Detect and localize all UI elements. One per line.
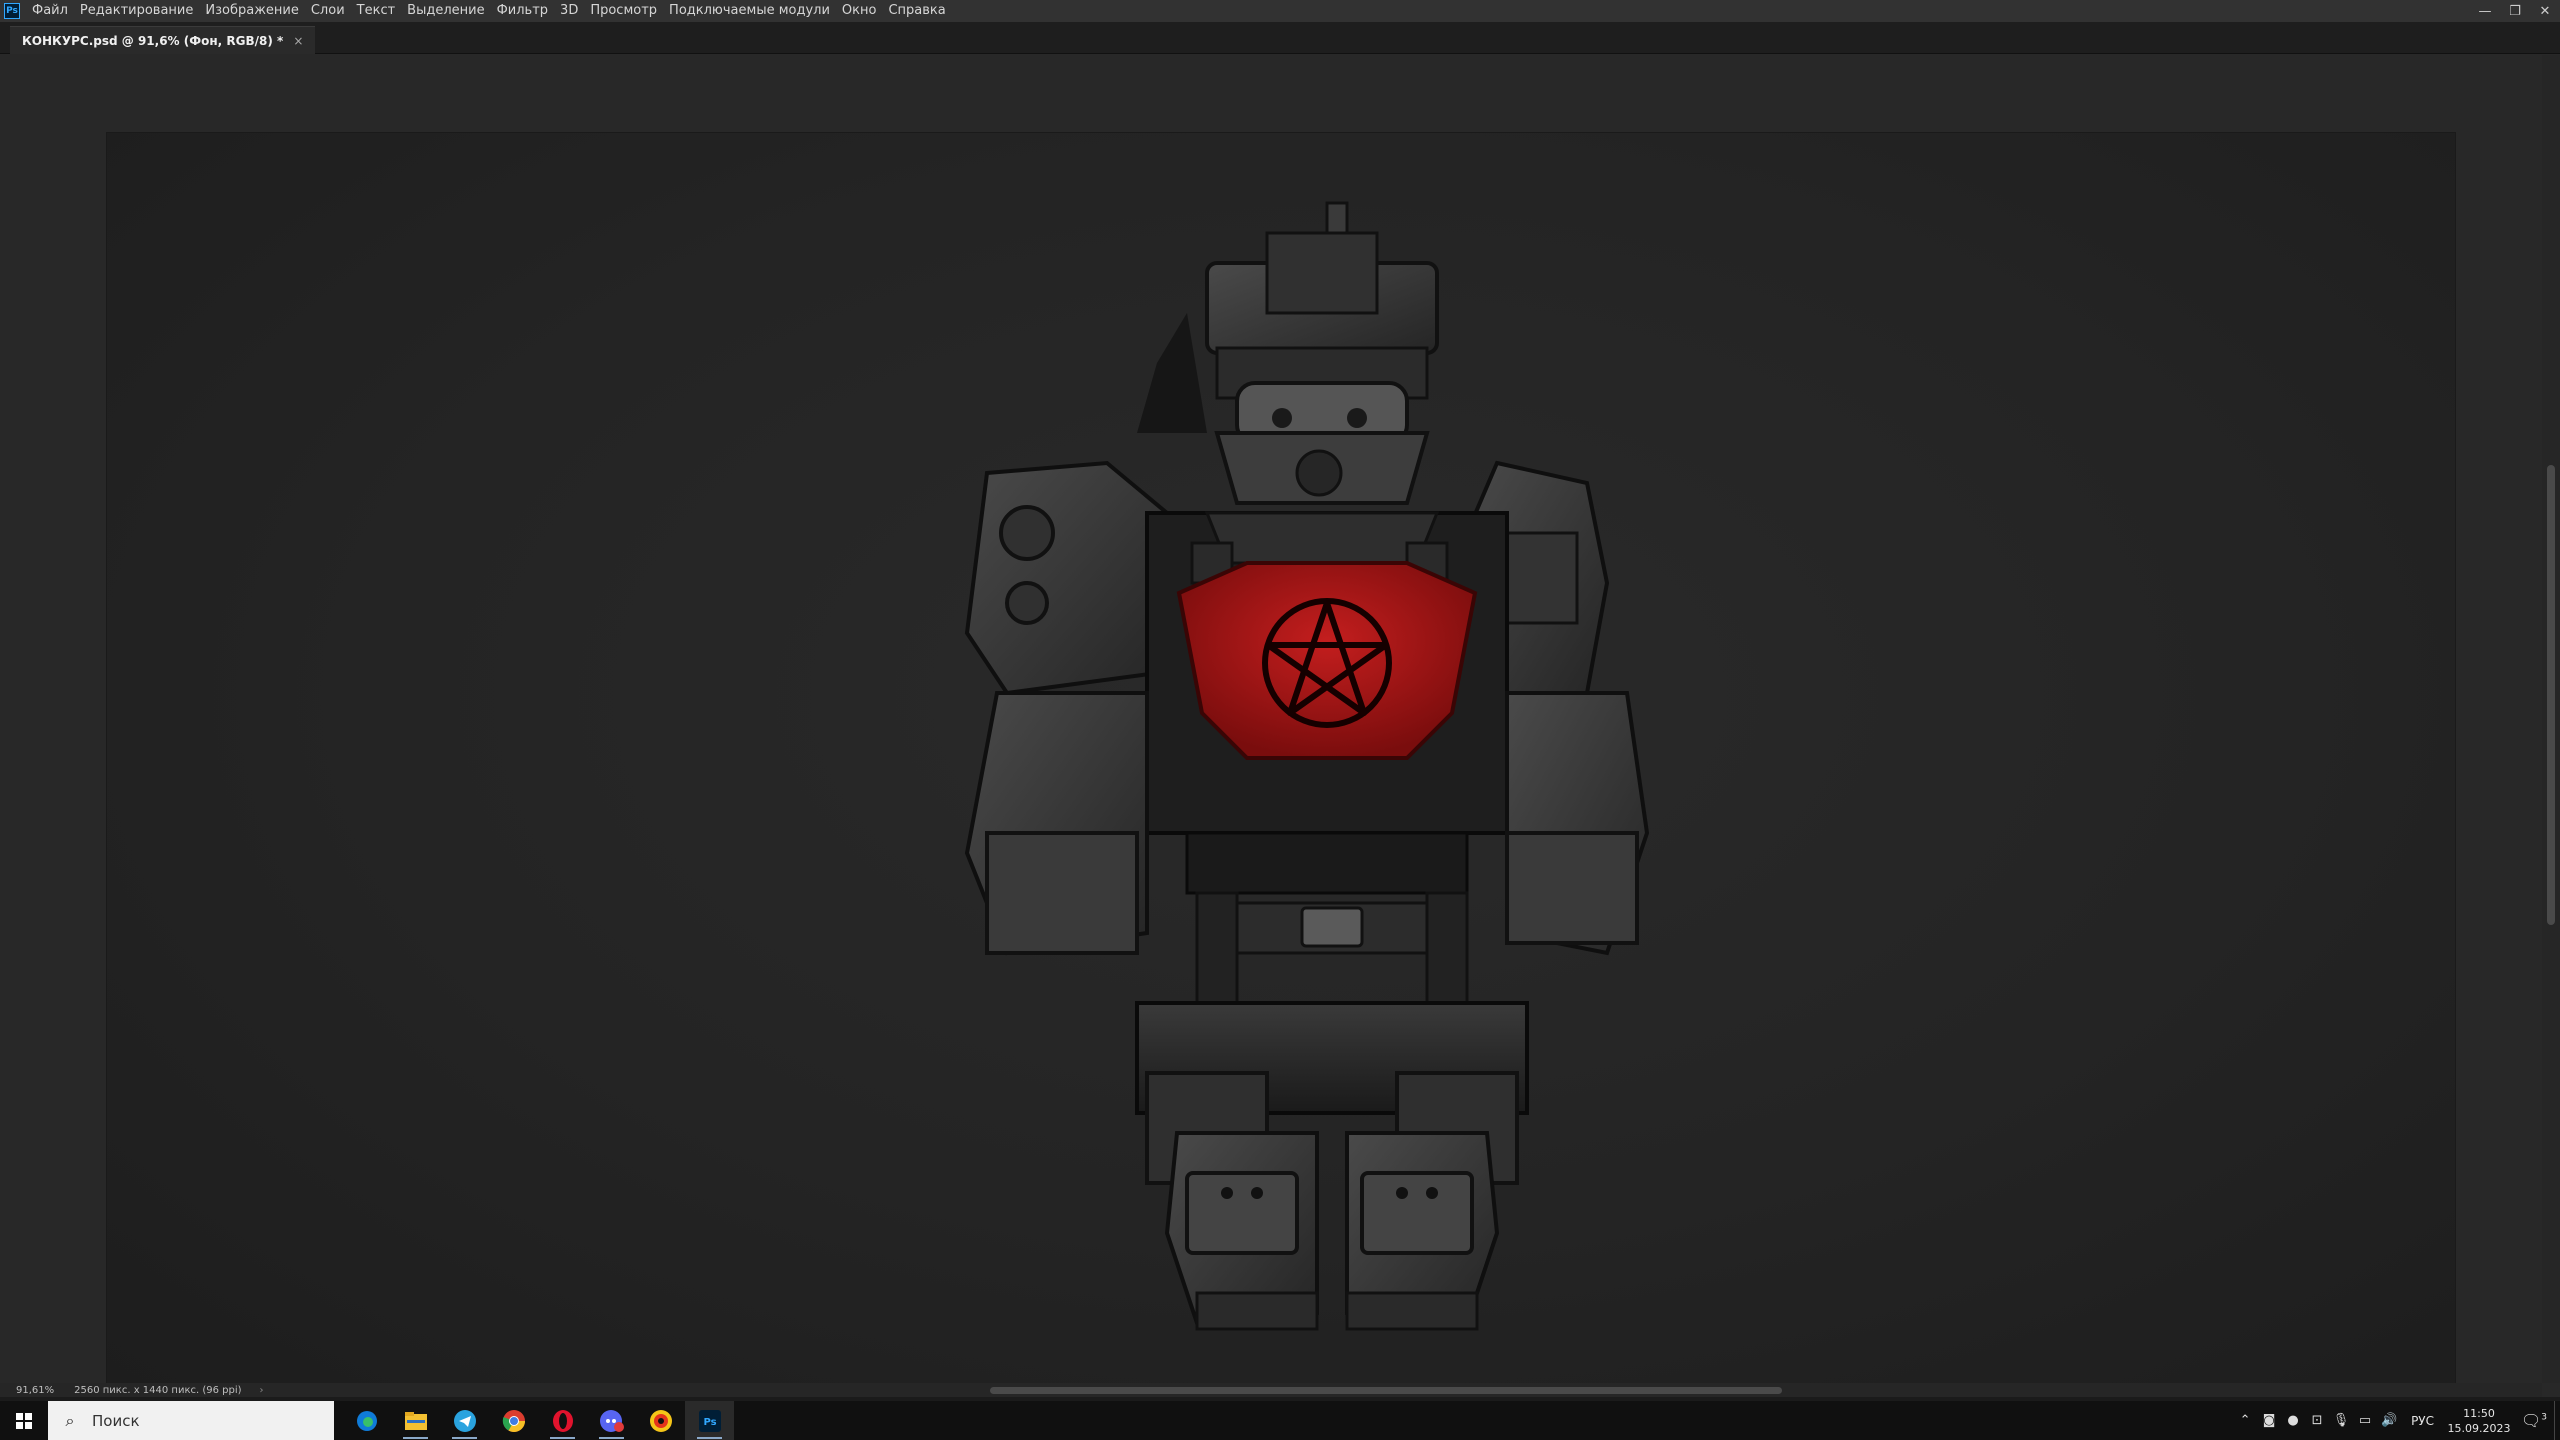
language-indicator[interactable]: РУС (2401, 1414, 2444, 1428)
clock-time: 11:50 (2463, 1406, 2495, 1420)
vertical-scrollbar[interactable] (2542, 55, 2560, 1383)
photoshop-logo-icon[interactable]: Ps (4, 3, 20, 19)
clock-date: 15.09.2023 (2447, 1421, 2511, 1435)
search-icon: ⌕ (65, 1410, 75, 1430)
helmet (1137, 201, 1439, 505)
photoshop-icon[interactable]: Ps (685, 1401, 734, 1440)
document-canvas[interactable] (107, 133, 2455, 1383)
windows-taskbar: ⌕ Поиск Ps ⌃ ◙ ● ⊡ 🎙 ▭ 🔊 РУС 11:50 15.09… (0, 1401, 2560, 1440)
notification-count: 3 (2541, 1412, 2548, 1423)
document-tab-title: КОНКУРС.psd @ 91,6% (Фон, RGB/8) * (22, 33, 284, 48)
clock[interactable]: 11:50 15.09.2023 (2444, 1406, 2514, 1436)
document-tab[interactable]: КОНКУРС.psd @ 91,6% (Фон, RGB/8) * × (10, 26, 316, 54)
yandex-music-icon[interactable] (636, 1401, 685, 1440)
chevron-up-icon[interactable]: ⌃ (2233, 1413, 2257, 1428)
armor-figure-artwork (964, 201, 1650, 1331)
search-placeholder: Поиск (92, 1411, 140, 1430)
horizontal-scroll-thumb[interactable] (990, 1387, 1782, 1394)
photoshop-taskbar-label: Ps (703, 1417, 716, 1428)
zoom-level[interactable]: 91,61% (0, 1385, 62, 1396)
menu-image[interactable]: Изображение (199, 0, 304, 22)
running-indicator (403, 1437, 428, 1439)
chrome-icon[interactable] (489, 1401, 538, 1440)
menu-help[interactable]: Справка (882, 0, 951, 22)
windows-logo-icon (16, 1412, 32, 1429)
running-indicator (452, 1437, 477, 1439)
microphone-icon[interactable]: 🎙 (2329, 1413, 2353, 1428)
menu-window[interactable]: Окно (836, 0, 883, 22)
menu-file[interactable]: Файл (26, 0, 74, 22)
file-explorer-icon[interactable] (391, 1401, 440, 1440)
menu-plugins[interactable]: Подключаемые модули (663, 0, 836, 22)
running-indicator (550, 1437, 575, 1439)
horizontal-scrollbar[interactable] (250, 1383, 2542, 1397)
taskbar-search[interactable]: ⌕ Поиск (48, 1401, 334, 1440)
document-tab-strip: КОНКУРС.psd @ 91,6% (Фон, RGB/8) * × (0, 22, 2560, 54)
app-tray-icon[interactable]: ● (2281, 1413, 2305, 1428)
status-bar: 91,61% 2560 пикс. x 1440 пикс. (96 ppi) … (0, 1383, 264, 1397)
menu-layers[interactable]: Слои (305, 0, 351, 22)
legs (1135, 1001, 1529, 1331)
discord-tray-icon[interactable]: ◙ (2257, 1413, 2281, 1428)
minimize-button[interactable]: — (2470, 0, 2500, 22)
menu-select[interactable]: Выделение (401, 0, 490, 22)
menu-bar: Ps Файл Редактирование Изображение Слои … (0, 0, 2560, 22)
menu-filter[interactable]: Фильтр (491, 0, 554, 22)
menu-type[interactable]: Текст (351, 0, 402, 22)
menu-view[interactable]: Просмотр (584, 0, 663, 22)
telegram-icon[interactable] (440, 1401, 489, 1440)
vertical-scroll-thumb[interactable] (2547, 465, 2555, 925)
opera-icon[interactable] (538, 1401, 587, 1440)
running-indicator (697, 1437, 722, 1439)
close-window-button[interactable]: ✕ (2530, 0, 2560, 22)
running-indicator (599, 1437, 624, 1439)
belt (1185, 831, 1469, 1015)
show-desktop-button[interactable] (2554, 1401, 2560, 1440)
menu-3d[interactable]: 3D (554, 0, 584, 22)
network-icon[interactable]: ▭ (2353, 1413, 2377, 1428)
chest-emblem (1176, 561, 1478, 760)
system-tray: ⌃ ◙ ● ⊡ 🎙 ▭ 🔊 РУС 11:50 15.09.2023 🗨3 (2233, 1401, 2560, 1440)
notification-center-icon[interactable]: 🗨3 (2514, 1411, 2554, 1430)
canvas-area[interactable] (10, 55, 2530, 1383)
window-controls: — ❐ ✕ (2470, 0, 2560, 22)
volume-icon[interactable]: 🔊 (2377, 1413, 2401, 1428)
document-size: 2560 пикс. x 1440 пикс. (96 ppi) (74, 1384, 242, 1396)
edge-icon[interactable] (342, 1401, 391, 1440)
restore-button[interactable]: ❐ (2500, 0, 2530, 22)
start-button[interactable] (0, 1401, 48, 1440)
tab-close-icon[interactable]: × (293, 34, 303, 48)
pinned-apps: Ps (342, 1401, 734, 1440)
app-tray-icon-2[interactable]: ⊡ (2305, 1413, 2329, 1428)
discord-icon[interactable] (587, 1401, 636, 1440)
status-menu-arrow-icon[interactable]: › (260, 1385, 264, 1396)
menu-edit[interactable]: Редактирование (74, 0, 199, 22)
photoshop-window: Ps Файл Редактирование Изображение Слои … (0, 0, 2560, 1440)
